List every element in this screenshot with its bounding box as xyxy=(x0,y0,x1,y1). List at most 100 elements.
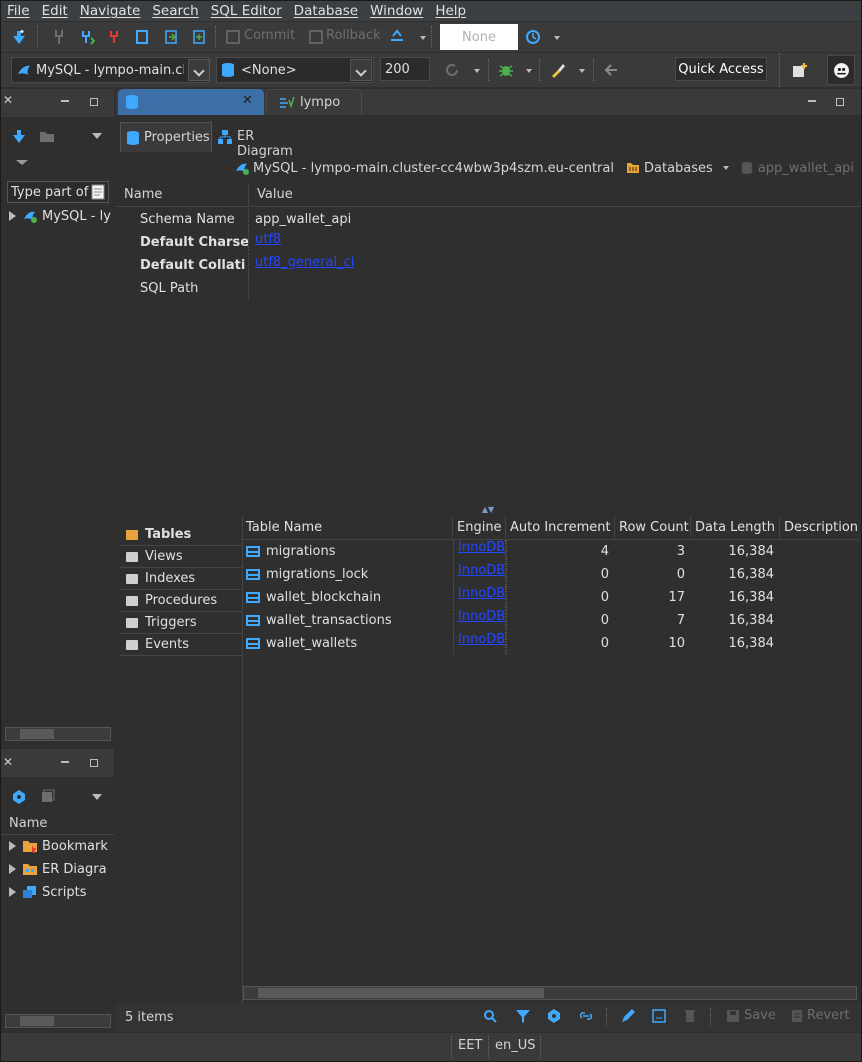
perspective-switcher[interactable] xyxy=(827,55,855,85)
connection-dropdown-button[interactable] xyxy=(188,59,210,81)
chevron-down-icon[interactable] xyxy=(722,166,729,170)
transaction-icon[interactable] xyxy=(134,29,150,45)
tree-item-connection[interactable]: MySQL - ly xyxy=(5,206,111,226)
debug-icon[interactable] xyxy=(498,62,514,78)
new-script-icon[interactable] xyxy=(191,29,207,45)
expand-icon[interactable] xyxy=(9,211,16,221)
expand-icon[interactable] xyxy=(9,864,16,874)
chevron-down-icon[interactable] xyxy=(92,794,102,800)
expand-icon[interactable] xyxy=(9,841,16,851)
project-config-icon[interactable] xyxy=(11,789,27,805)
menu-file[interactable]: File xyxy=(7,3,30,19)
engine-link[interactable]: InnoDB xyxy=(458,563,505,578)
rollback-button[interactable]: Rollback xyxy=(326,28,381,43)
collapse-all-icon[interactable] xyxy=(40,789,56,805)
tree-item-er-diagrams[interactable]: ER Diagra xyxy=(5,859,107,879)
back-arrow-icon[interactable] xyxy=(603,62,619,78)
chevron-down-icon[interactable] xyxy=(474,69,480,73)
minimize-icon[interactable] xyxy=(808,100,816,102)
tables-horizontal-scrollbar[interactable] xyxy=(243,986,857,1000)
tab-er-diagram[interactable]: ER Diagram xyxy=(213,122,313,159)
tab-properties[interactable]: Properties xyxy=(120,122,212,152)
navigator-horizontal-scrollbar[interactable] xyxy=(5,727,111,741)
quick-access-input[interactable]: Quick Access xyxy=(675,57,767,81)
object-type-views[interactable]: Views xyxy=(120,546,242,568)
result-limit-input[interactable]: 200 xyxy=(380,57,430,81)
engine-link[interactable]: InnoDB xyxy=(458,609,505,624)
refresh-icon[interactable] xyxy=(444,62,460,78)
chevron-down-icon[interactable] xyxy=(92,133,102,139)
table-row[interactable]: wallet_wallets InnoDB 0 10 16,384 xyxy=(242,632,859,654)
object-type-tables[interactable]: Tables xyxy=(120,524,242,546)
link-icon[interactable] xyxy=(578,1008,594,1024)
connect-icon[interactable] xyxy=(51,29,67,45)
revert-icon[interactable] xyxy=(789,1008,805,1024)
filter-config-icon[interactable] xyxy=(91,184,105,200)
table-row[interactable]: wallet_blockchain InnoDB 0 17 16,384 xyxy=(242,586,859,608)
menu-search[interactable]: Search xyxy=(152,3,198,19)
property-row[interactable]: Schema Name app_wallet_api xyxy=(116,208,856,231)
table-row[interactable]: wallet_transactions InnoDB 0 7 16,384 xyxy=(242,609,859,631)
disconnect-icon[interactable] xyxy=(107,29,123,45)
property-row[interactable]: Default Collati utf8_general_ci xyxy=(116,254,856,277)
close-icon[interactable]: ✕ xyxy=(3,755,13,769)
delete-icon[interactable] xyxy=(682,1008,698,1024)
menu-edit[interactable]: Edit xyxy=(42,3,68,19)
breadcrumb-connection[interactable]: MySQL - lympo-main.cluster-cc4wbw3p4szm.… xyxy=(253,161,614,176)
column-header-value[interactable]: Value xyxy=(248,183,293,206)
search-icon[interactable] xyxy=(482,1008,498,1024)
property-value-link[interactable]: utf8_general_ci xyxy=(255,255,354,270)
chevron-down-icon[interactable] xyxy=(554,36,560,40)
column-header-name[interactable]: Name xyxy=(116,187,248,202)
tab-lympo[interactable]: lympo xyxy=(266,89,362,115)
table-row[interactable]: migrations_lock InnoDB 0 0 16,384 xyxy=(242,563,859,585)
close-icon[interactable]: ✕ xyxy=(242,93,253,108)
column-header-row-count[interactable]: Row Count xyxy=(615,516,691,538)
filter-icon[interactable] xyxy=(515,1008,531,1024)
transaction-mode-field[interactable]: None xyxy=(440,24,518,50)
reconnect-icon[interactable] xyxy=(79,29,95,45)
commit-icon[interactable] xyxy=(225,29,241,45)
column-header-engine[interactable]: Engine xyxy=(453,516,506,538)
schema-dropdown-button[interactable] xyxy=(350,59,372,81)
open-perspective-icon[interactable] xyxy=(792,62,808,78)
rollback-icon[interactable] xyxy=(308,29,324,45)
property-row[interactable]: SQL Path xyxy=(116,277,856,300)
menu-sql-editor[interactable]: SQL Editor xyxy=(211,3,282,19)
property-value[interactable]: utf8 xyxy=(248,231,281,254)
menu-database[interactable]: Database xyxy=(294,3,358,19)
maximize-icon[interactable] xyxy=(90,98,98,106)
new-connection-icon[interactable] xyxy=(11,29,27,45)
expand-icon[interactable] xyxy=(9,887,16,897)
commit-mode-icon[interactable] xyxy=(163,29,179,45)
object-type-triggers[interactable]: Triggers xyxy=(120,612,242,634)
tree-item-scripts[interactable]: Scripts xyxy=(5,882,86,902)
splitter-handle[interactable]: ▲▼ xyxy=(476,506,500,514)
minimize-icon[interactable] xyxy=(61,100,69,102)
object-type-events[interactable]: Events xyxy=(120,634,242,656)
revert-button[interactable]: Revert xyxy=(807,1008,850,1023)
property-value-link[interactable]: utf8 xyxy=(255,232,281,247)
object-type-indexes[interactable]: Indexes xyxy=(120,568,242,590)
edit-icon[interactable] xyxy=(620,1008,636,1024)
property-row[interactable]: Default Charse utf8 xyxy=(116,231,856,254)
table-row[interactable]: migrations InnoDB 4 3 16,384 xyxy=(242,540,859,562)
close-icon[interactable]: ✕ xyxy=(3,93,13,107)
chevron-down-icon[interactable] xyxy=(420,36,426,40)
save-icon[interactable] xyxy=(725,1008,741,1024)
navigator-filter-input[interactable]: Type part of xyxy=(7,181,109,203)
engine-link[interactable]: InnoDB xyxy=(458,632,505,647)
view-menu-icon[interactable] xyxy=(16,160,28,165)
tree-item-bookmarks[interactable]: Bookmark xyxy=(5,836,108,856)
menu-window[interactable]: Window xyxy=(370,3,423,19)
engine-link[interactable]: InnoDB xyxy=(458,540,505,555)
breadcrumb-databases[interactable]: Databases xyxy=(644,161,713,176)
minimize-icon[interactable] xyxy=(61,761,69,763)
property-value[interactable]: utf8_general_ci xyxy=(248,254,354,277)
tab-app-wallet-api[interactable]: app_wallet_api ✕ xyxy=(118,89,264,115)
column-header-table-name[interactable]: Table Name xyxy=(242,516,453,538)
new-object-icon[interactable] xyxy=(651,1008,667,1024)
folder-icon[interactable] xyxy=(39,128,55,144)
projects-name-header[interactable]: Name xyxy=(1,813,114,835)
projects-horizontal-scrollbar[interactable] xyxy=(5,1014,111,1028)
